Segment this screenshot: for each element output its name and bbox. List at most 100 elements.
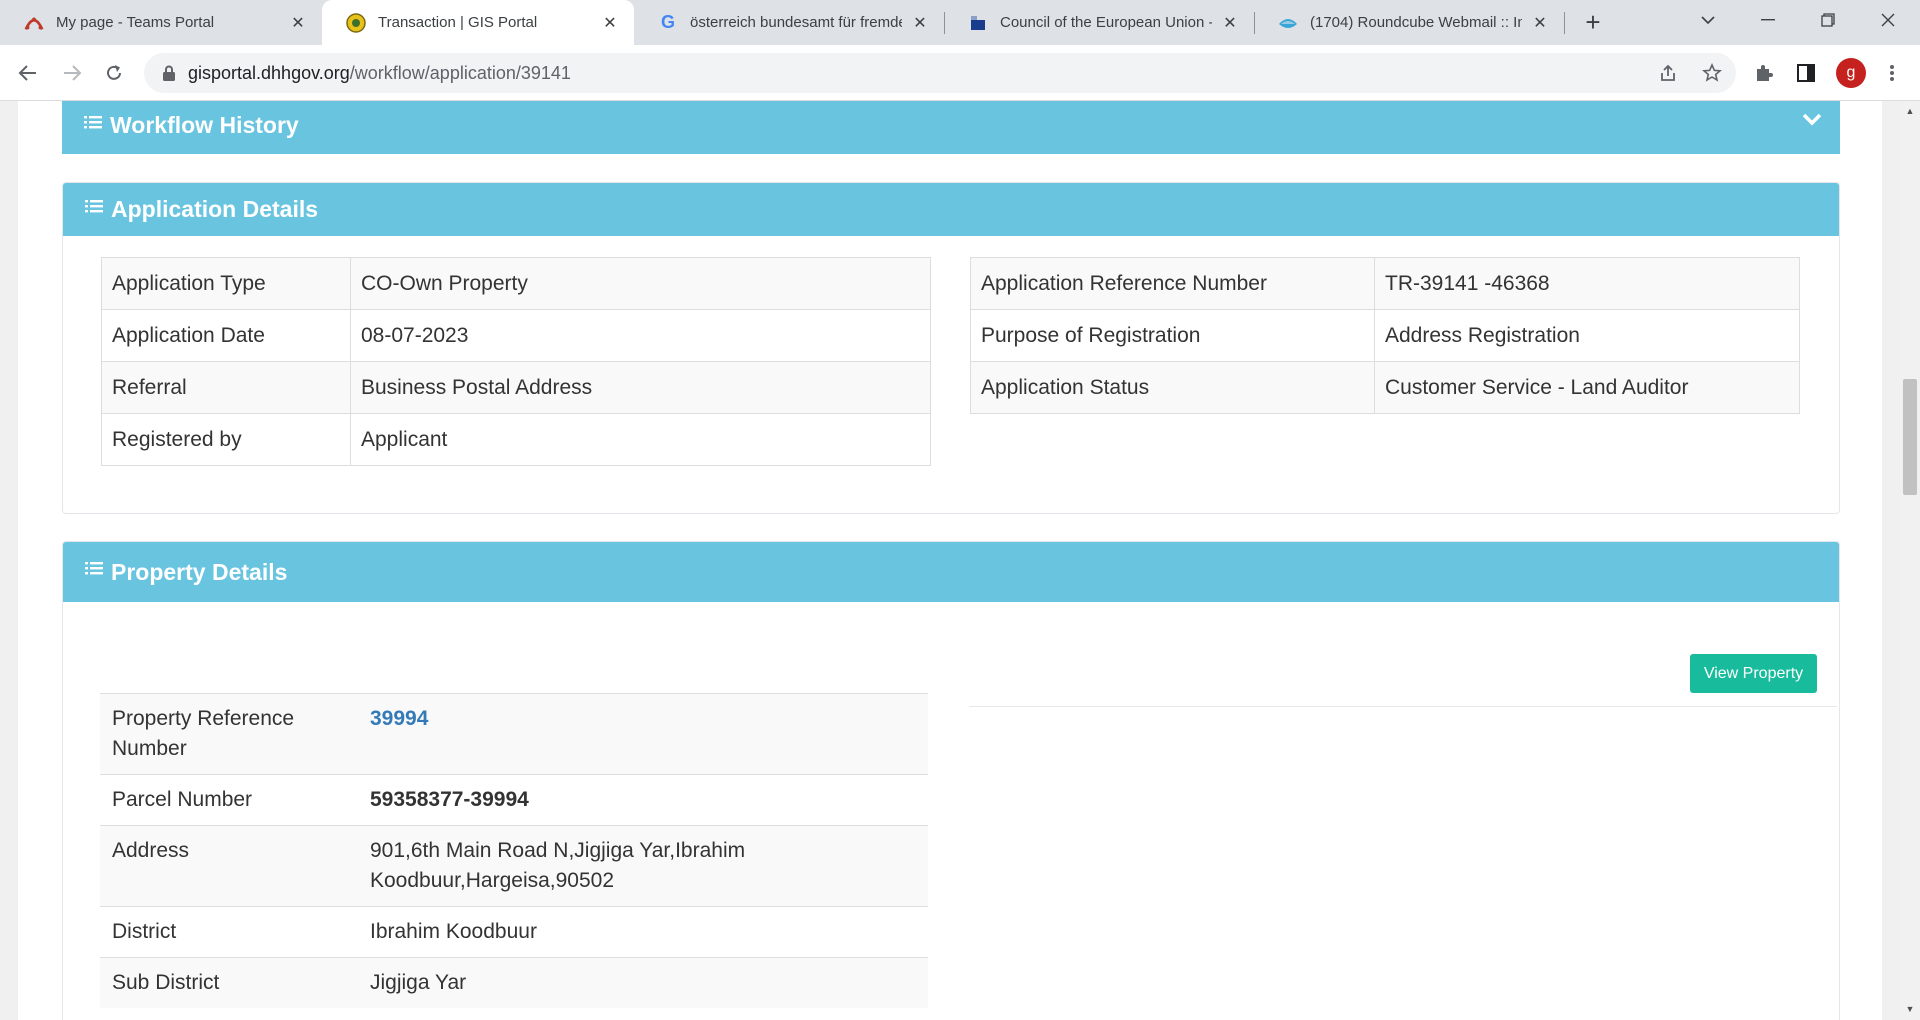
field-value: Business Postal Address xyxy=(350,361,931,414)
table-row: Application Reference Number TR-39141 -4… xyxy=(970,257,1800,310)
share-icon[interactable] xyxy=(1650,55,1686,91)
divider xyxy=(969,706,1837,707)
scroll-up-arrow-icon[interactable]: ▲ xyxy=(1900,103,1920,119)
workflow-history-header[interactable]: Workflow History xyxy=(62,101,1840,154)
browser-toolbar: gisportal.dhhgov.org/workflow/applicatio… xyxy=(0,45,1920,101)
new-tab-button[interactable]: + xyxy=(1578,7,1608,37)
field-value: 901,6th Main Road N,Jigjiga Yar,Ibrahim … xyxy=(358,825,928,907)
field-label: Referral xyxy=(101,361,351,414)
property-details-table: Property Reference Number 39994 Parcel N… xyxy=(100,693,928,1008)
tab-title: österreich bundesamt für fremden xyxy=(690,14,902,31)
scroll-down-arrow-icon[interactable]: ▼ xyxy=(1900,1001,1920,1017)
field-value: Applicant xyxy=(350,413,931,466)
table-row: Property Reference Number 39994 xyxy=(100,693,928,775)
tab-title: (1704) Roundcube Webmail :: Inbo xyxy=(1310,14,1522,31)
table-row: Parcel Number 59358377-39994 xyxy=(100,774,928,826)
tab-title: My page - Teams Portal xyxy=(56,14,215,31)
field-value: Ibrahim Koodbuur xyxy=(358,906,928,958)
close-window-button[interactable] xyxy=(1860,0,1916,40)
table-row: Address 901,6th Main Road N,Jigjiga Yar,… xyxy=(100,825,928,907)
page-content: Workflow History Application Details App… xyxy=(18,101,1882,1020)
field-value: 59358377-39994 xyxy=(358,774,928,826)
field-label: Purpose of Registration xyxy=(970,309,1375,362)
list-icon xyxy=(85,199,103,212)
page-viewport: Workflow History Application Details App… xyxy=(0,101,1900,1020)
tab-search-chevron-icon[interactable] xyxy=(1680,0,1736,40)
table-row: Purpose of Registration Address Registra… xyxy=(970,309,1800,362)
application-details-header: Application Details xyxy=(63,183,1839,236)
table-row: Referral Business Postal Address xyxy=(101,361,931,414)
page-scrollbar[interactable]: ▲ ▼ xyxy=(1900,101,1920,1020)
eu-council-icon xyxy=(968,13,988,33)
field-label: Property Reference Number xyxy=(100,693,358,775)
close-icon[interactable]: ✕ xyxy=(1220,13,1240,33)
tab-eu-council[interactable]: Council of the European Union - P ✕ xyxy=(944,0,1254,45)
tab-title: Transaction | GIS Portal xyxy=(378,14,538,31)
application-details-left-table: Application Type CO-Own Property Applica… xyxy=(101,257,931,466)
property-reference-link[interactable]: 39994 xyxy=(358,693,928,775)
side-panel-icon[interactable] xyxy=(1788,55,1824,91)
panel-title: Property Details xyxy=(111,558,288,585)
gis-portal-icon xyxy=(346,12,366,33)
workflow-history-panel: Workflow History xyxy=(62,101,1840,154)
field-label: Sub District xyxy=(100,957,358,1008)
list-icon xyxy=(84,115,102,128)
panel-title: Workflow History xyxy=(110,112,299,138)
table-row: Sub District Jigjiga Yar xyxy=(100,957,928,1008)
field-label: District xyxy=(100,906,358,958)
panel-title: Application Details xyxy=(111,196,319,222)
tab-google-search[interactable]: G österreich bundesamt für fremden ✕ xyxy=(634,0,944,45)
restore-button[interactable] xyxy=(1800,0,1856,40)
field-value: 08-07-2023 xyxy=(350,309,931,362)
minimize-button[interactable] xyxy=(1740,0,1796,40)
url-host: gisportal.dhhgov.org xyxy=(188,62,350,83)
field-value: CO-Own Property xyxy=(350,257,931,310)
application-details-right-table: Application Reference Number TR-39141 -4… xyxy=(970,257,1800,414)
application-details-panel: Application Details Application Type CO-… xyxy=(62,182,1840,514)
close-icon[interactable]: ✕ xyxy=(1530,13,1550,33)
property-details-header: Property Details xyxy=(63,542,1839,602)
google-icon: G xyxy=(660,12,675,32)
list-icon xyxy=(85,562,103,575)
table-row: Application Type CO-Own Property xyxy=(101,257,931,310)
close-icon[interactable]: ✕ xyxy=(288,13,308,33)
forward-button[interactable] xyxy=(54,55,90,91)
profile-avatar[interactable]: g xyxy=(1836,58,1866,88)
field-label: Address xyxy=(100,825,358,907)
tab-teams-portal[interactable]: My page - Teams Portal ✕ xyxy=(0,0,322,45)
scrollbar-thumb[interactable] xyxy=(1903,379,1917,495)
field-label: Application Date xyxy=(101,309,351,362)
table-row: District Ibrahim Koodbuur xyxy=(100,906,928,958)
view-property-button[interactable]: View Property xyxy=(1690,654,1817,693)
field-value: Jigjiga Yar xyxy=(358,957,928,1008)
field-value: TR-39141 -46368 xyxy=(1374,257,1800,310)
back-button[interactable] xyxy=(10,55,46,91)
menu-kebab-icon[interactable] xyxy=(1874,55,1910,91)
table-row: Application Status Customer Service - La… xyxy=(970,361,1800,414)
close-icon[interactable]: ✕ xyxy=(600,13,620,33)
field-label: Registered by xyxy=(101,413,351,466)
chevron-down-icon[interactable] xyxy=(1800,110,1824,130)
tab-gis-portal[interactable]: Transaction | GIS Portal ✕ xyxy=(322,0,634,45)
table-row: Application Date 08-07-2023 xyxy=(101,309,931,362)
field-label: Application Type xyxy=(101,257,351,310)
browser-tab-bar: My page - Teams Portal ✕ Transaction | G… xyxy=(0,0,1920,45)
tab-roundcube[interactable]: (1704) Roundcube Webmail :: Inbo ✕ xyxy=(1254,0,1564,45)
address-bar[interactable]: gisportal.dhhgov.org/workflow/applicatio… xyxy=(144,53,1736,93)
url-path: /workflow/application/39141 xyxy=(349,62,571,83)
bookmark-star-icon[interactable] xyxy=(1694,55,1730,91)
extensions-icon[interactable] xyxy=(1746,55,1782,91)
tab-separator xyxy=(1564,12,1565,34)
field-value: Address Registration xyxy=(1374,309,1800,362)
table-row: Registered by Applicant xyxy=(101,413,931,466)
field-label: Application Reference Number xyxy=(970,257,1375,310)
teams-portal-icon xyxy=(24,13,44,33)
field-value: Customer Service - Land Auditor xyxy=(1374,361,1800,414)
field-label: Application Status xyxy=(970,361,1375,414)
reload-button[interactable] xyxy=(96,55,132,91)
lock-icon xyxy=(162,65,176,81)
close-icon[interactable]: ✕ xyxy=(910,13,930,33)
tab-title: Council of the European Union - P xyxy=(1000,14,1212,31)
field-label: Parcel Number xyxy=(100,774,358,826)
roundcube-icon xyxy=(1278,13,1298,33)
